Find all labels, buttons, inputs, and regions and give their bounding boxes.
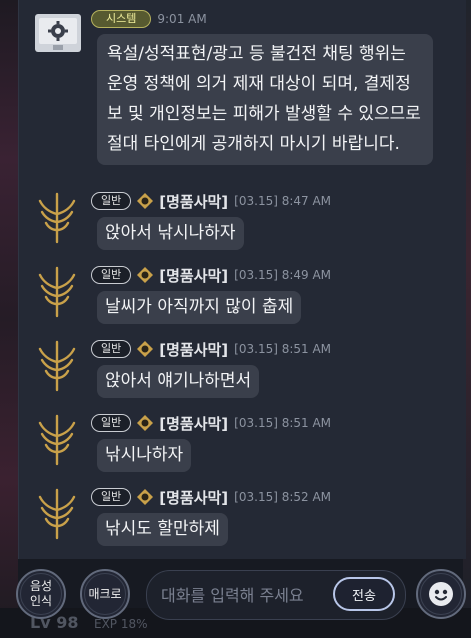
- game-background-left: [0, 0, 18, 638]
- message-time: 9:01 AM: [157, 12, 207, 26]
- voice-recognition-button[interactable]: 음성 인식: [16, 569, 66, 619]
- chat-panel[interactable]: 시스템 9:01 AM 욕설/성적표현/광고 등 불건전 채팅 행위는 운영 정…: [18, 0, 466, 559]
- emoji-button[interactable]: [416, 569, 466, 619]
- system-tag: 시스템: [91, 10, 152, 28]
- sword-emblem-icon: [38, 192, 76, 244]
- channel-chip: 일반: [91, 340, 132, 358]
- sword-emblem-icon: [38, 414, 76, 466]
- sword-emblem-icon: [38, 340, 76, 392]
- guild-diamond-icon: [137, 415, 154, 431]
- guild-diamond-icon: [137, 489, 154, 505]
- channel-chip: 일반: [91, 414, 132, 432]
- message-bubble: 낚시도 할만하제: [97, 513, 228, 546]
- channel-chip: 일반: [91, 266, 132, 284]
- guild-diamond-icon: [137, 341, 154, 357]
- message-bubble: 날씨가 아직까지 많이 춥제: [97, 291, 302, 324]
- message-bubble: 낚시나하자: [97, 439, 192, 472]
- send-button[interactable]: 전송: [333, 577, 395, 611]
- sword-emblem-icon: [38, 266, 76, 318]
- message-bubble: 앉아서 낚시나하자: [97, 217, 244, 250]
- chat-input-bar: 음성인식 매크로 전송: [0, 562, 471, 626]
- sender-name[interactable]: [명품사막]: [159, 339, 228, 360]
- sword-emblem-icon: [38, 488, 76, 540]
- chat-input[interactable]: [159, 579, 333, 611]
- message-time: [03.15] 8:47 AM: [234, 194, 332, 208]
- guild-diamond-icon: [137, 193, 154, 209]
- chat-input-container: 전송: [146, 570, 406, 620]
- sender-name[interactable]: [명품사막]: [159, 413, 228, 434]
- message-time: [03.15] 8:52 AM: [234, 490, 332, 504]
- sender-name[interactable]: [명품사막]: [159, 265, 228, 286]
- message-bubble: 앉아서 얘기나하면서: [97, 365, 260, 398]
- channel-chip: 일반: [91, 192, 132, 210]
- message-time: [03.15] 8:51 AM: [234, 416, 332, 430]
- monitor-gear-icon: [35, 14, 81, 52]
- channel-chip: 일반: [91, 488, 132, 506]
- system-message-bubble: 욕설/성적표현/광고 등 불건전 채팅 행위는 운영 정책에 의거 제재 대상이…: [97, 34, 433, 165]
- macro-button[interactable]: 매크로: [80, 569, 130, 619]
- guild-diamond-icon: [137, 267, 154, 283]
- message-time: [03.15] 8:49 AM: [234, 268, 332, 282]
- sender-name[interactable]: [명품사막]: [159, 191, 228, 212]
- message-time: [03.15] 8:51 AM: [234, 342, 332, 356]
- sender-name[interactable]: [명품사막]: [159, 487, 228, 508]
